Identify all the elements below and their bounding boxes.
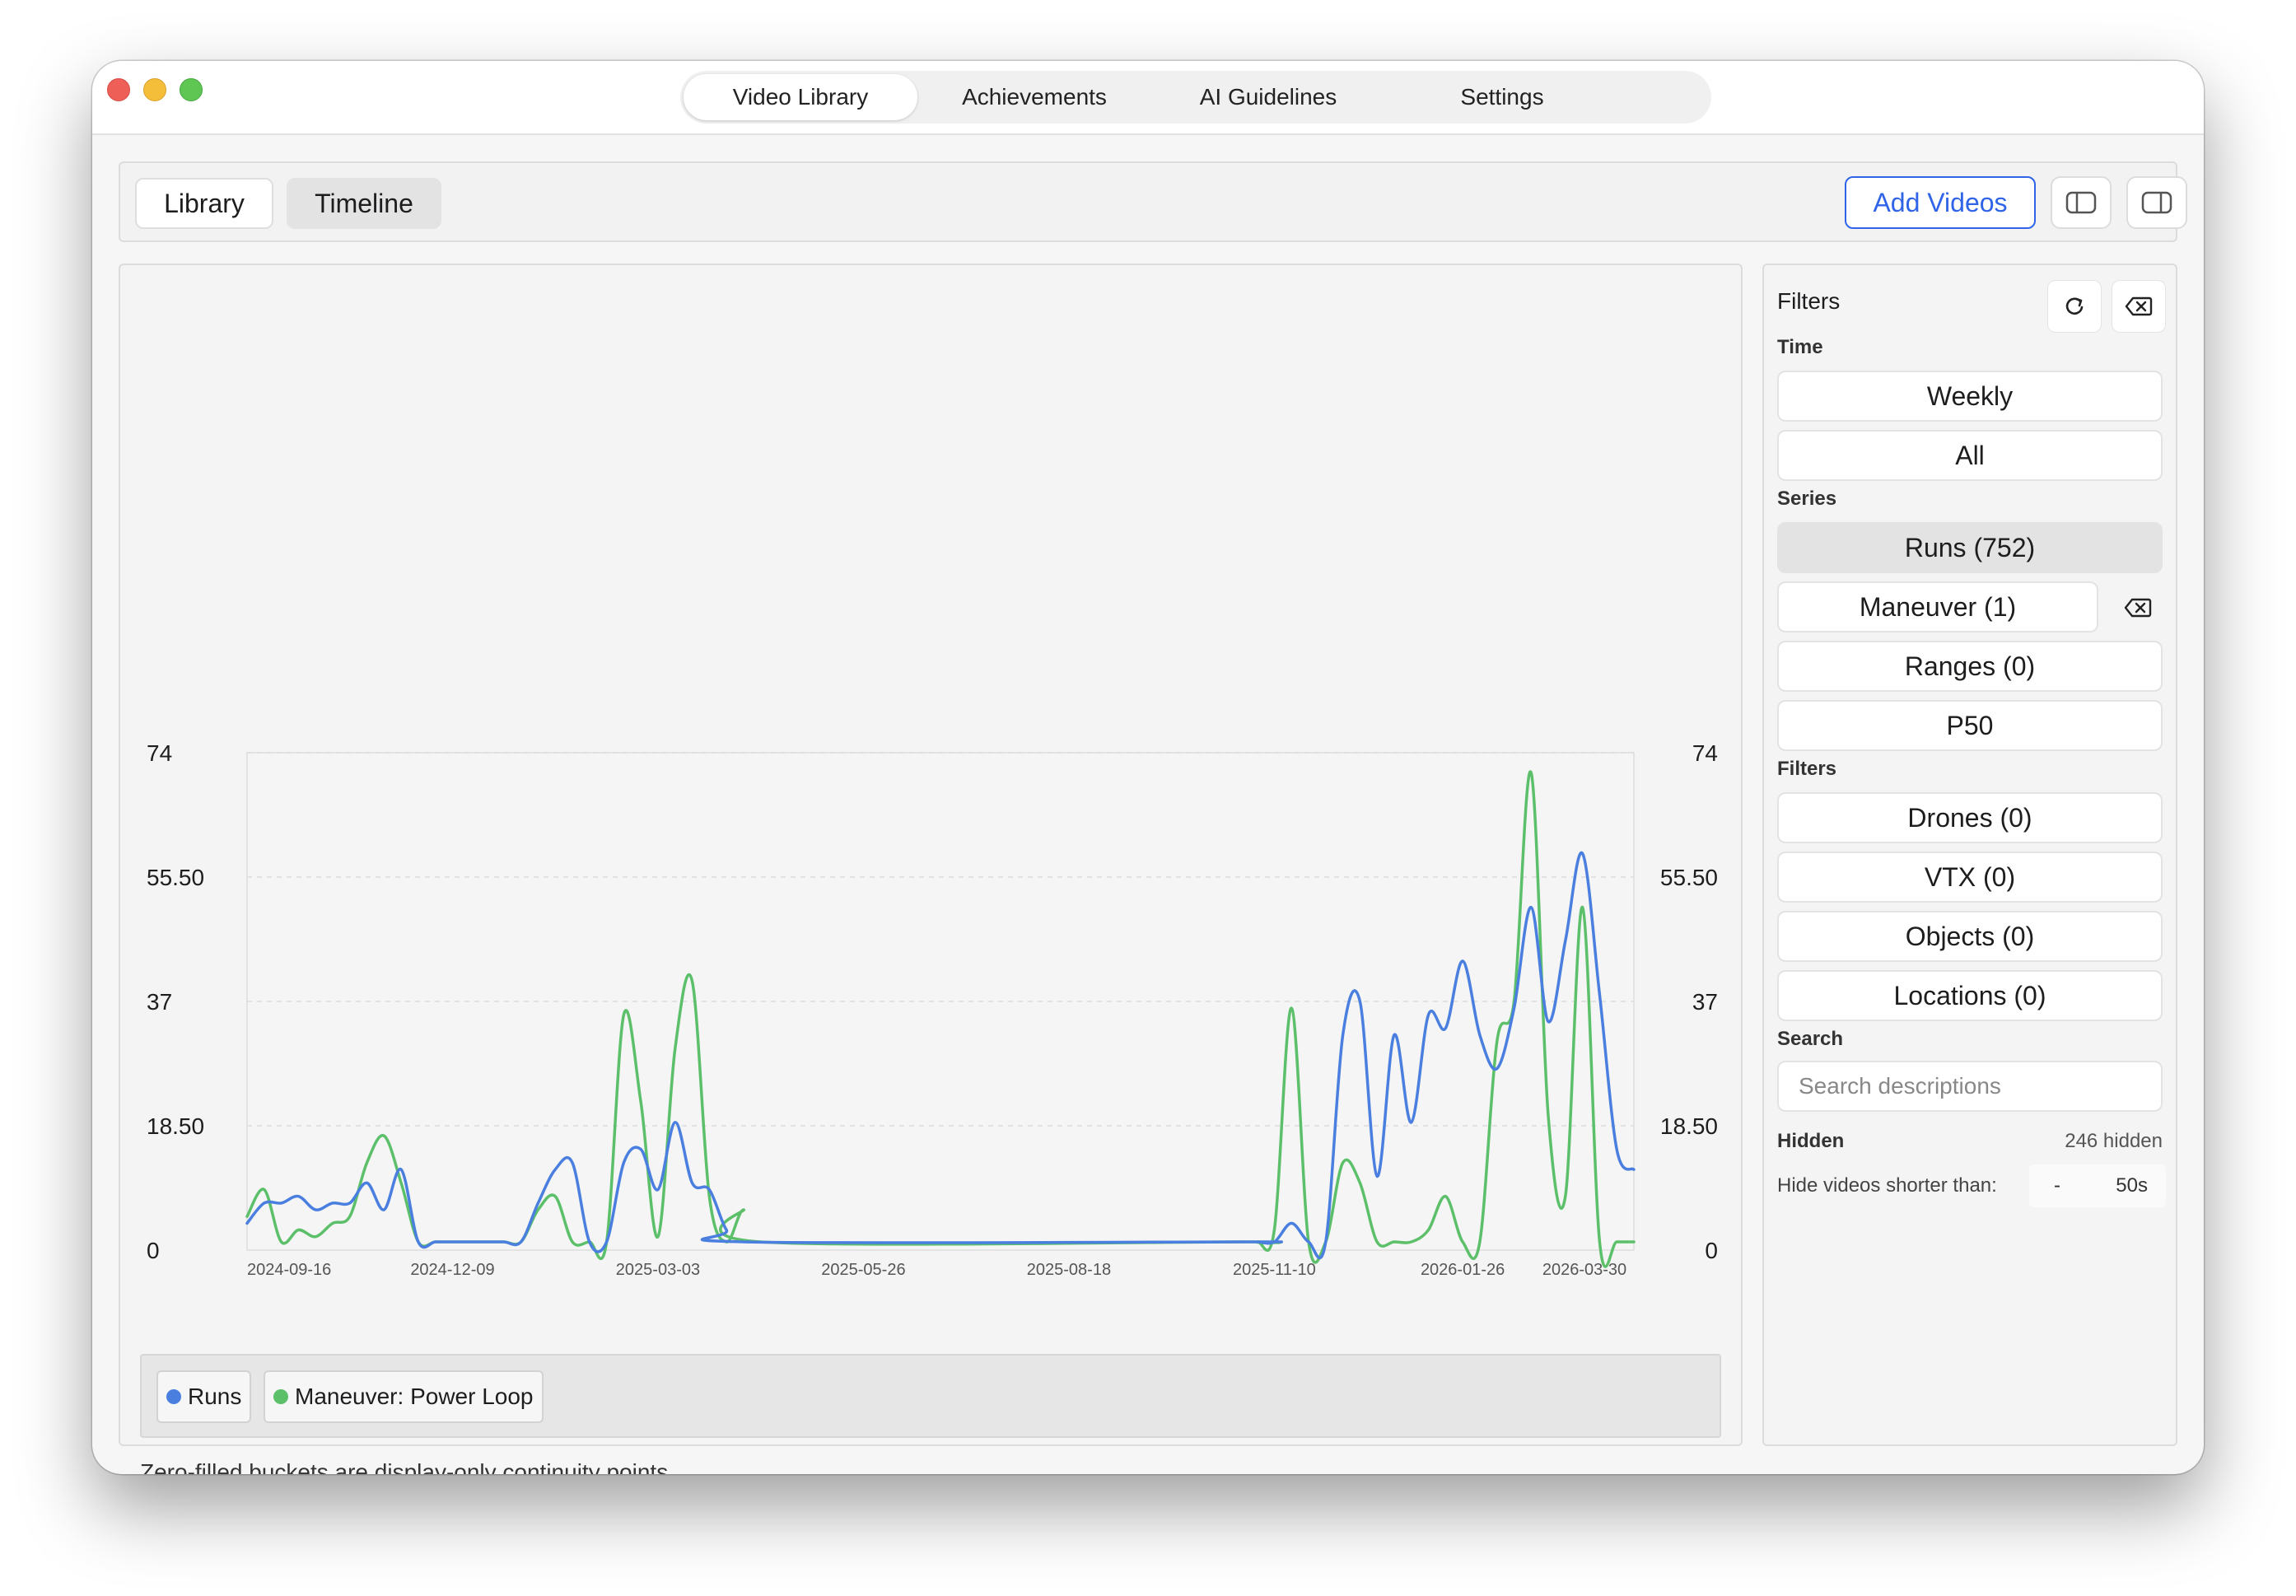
zoom-window-button[interactable] bbox=[180, 78, 203, 101]
legend-dot-power-loop bbox=[273, 1389, 288, 1404]
clear-delete-icon bbox=[2125, 296, 2153, 316]
sidebar-right-icon bbox=[2141, 191, 2172, 214]
time-weekly-button[interactable]: Weekly bbox=[1777, 371, 2163, 422]
minimize-window-button[interactable] bbox=[143, 78, 166, 101]
y-tick-label-right: 0 bbox=[1705, 1238, 1718, 1263]
filters-section-label: Filters bbox=[1777, 758, 1837, 780]
stepper-value: 50s bbox=[2116, 1174, 2148, 1197]
stepper-decrement[interactable]: - bbox=[2054, 1174, 2060, 1197]
x-tick-label: 2024-12-09 bbox=[410, 1261, 494, 1279]
toggle-right-sidebar-button[interactable] bbox=[2126, 176, 2187, 229]
toggle-left-sidebar-button[interactable] bbox=[2051, 176, 2112, 229]
legend-item-power-loop[interactable]: Maneuver: Power Loop bbox=[264, 1370, 544, 1423]
filter-objects-button[interactable]: Objects (0) bbox=[1777, 911, 2163, 962]
add-videos-button[interactable]: Add Videos bbox=[1845, 176, 2036, 229]
x-tick-label: 2025-08-18 bbox=[1027, 1261, 1111, 1279]
chart-footnote: Zero-filled buckets are display-only con… bbox=[140, 1459, 674, 1474]
clear-filters-button[interactable] bbox=[2112, 280, 2166, 333]
tab-video-library[interactable]: Video Library bbox=[684, 74, 917, 120]
hidden-row: Hidden 246 hidden bbox=[1777, 1130, 2163, 1153]
x-tick-label: 2026-01-26 bbox=[1421, 1261, 1505, 1279]
y-tick-label-left: 0 bbox=[147, 1238, 160, 1263]
legend-dot-runs bbox=[166, 1389, 181, 1404]
legend-item-runs[interactable]: Runs bbox=[156, 1370, 252, 1423]
close-window-button[interactable] bbox=[107, 78, 130, 101]
legend-label-power-loop: Maneuver: Power Loop bbox=[295, 1384, 534, 1409]
remove-maneuver-button[interactable] bbox=[2113, 591, 2163, 624]
library-view-button[interactable]: Library bbox=[135, 178, 273, 229]
series-runs-button[interactable]: Runs (752) bbox=[1777, 522, 2163, 573]
chart-legend: Runs Maneuver: Power Loop bbox=[140, 1354, 1721, 1438]
search-section-label: Search bbox=[1777, 1028, 1844, 1050]
filter-locations-button[interactable]: Locations (0) bbox=[1777, 970, 2163, 1021]
x-tick-label: 2025-05-26 bbox=[821, 1261, 905, 1279]
filter-drones-button[interactable]: Drones (0) bbox=[1777, 792, 2163, 843]
min-duration-stepper[interactable]: - 50s bbox=[2029, 1164, 2166, 1207]
x-tick-label: 2024-09-16 bbox=[247, 1261, 331, 1279]
x-tick-label: 2025-11-10 bbox=[1233, 1261, 1316, 1279]
y-tick-label-left: 18.50 bbox=[147, 1113, 204, 1139]
tab-ai-guidelines[interactable]: AI Guidelines bbox=[1151, 74, 1385, 120]
clear-delete-icon bbox=[2124, 598, 2152, 618]
tab-achievements[interactable]: Achievements bbox=[917, 74, 1151, 120]
main-tab-bar: Video Library Achievements AI Guidelines… bbox=[680, 71, 1711, 124]
y-tick-label-left: 55.50 bbox=[147, 865, 204, 890]
time-all-button[interactable]: All bbox=[1777, 430, 2163, 481]
app-window: Video Library Achievements AI Guidelines… bbox=[92, 61, 2204, 1474]
library-toolbar: Library Timeline Add Videos bbox=[119, 161, 2187, 242]
refresh-icon bbox=[2065, 297, 2084, 315]
x-tick-label: 2025-03-03 bbox=[616, 1261, 700, 1279]
legend-label-runs: Runs bbox=[188, 1384, 242, 1409]
filters-sidebar: Filters Time Weekly All Series Runs (752… bbox=[1762, 264, 2177, 1446]
timeline-chart-panel: 0 0 18.50 18.50 37 37 55.50 55.50 74 74 2024-09-16… bbox=[119, 264, 1744, 1474]
sidebar-left-icon bbox=[2065, 191, 2097, 214]
search-descriptions-input[interactable] bbox=[1777, 1061, 2163, 1112]
y-tick-label-left: 74 bbox=[147, 740, 172, 766]
series-section-label: Series bbox=[1777, 488, 1837, 510]
filter-vtx-button[interactable]: VTX (0) bbox=[1777, 852, 2163, 903]
hide-shorter-label: Hide videos shorter than: bbox=[1777, 1174, 1997, 1197]
filters-title: Filters bbox=[1777, 288, 1841, 314]
x-tick-label: 2026-03-30 bbox=[1542, 1261, 1626, 1279]
series-maneuver-button[interactable]: Maneuver (1) bbox=[1777, 581, 2098, 632]
timeline-view-button[interactable]: Timeline bbox=[287, 178, 441, 229]
series-p50-button[interactable]: P50 bbox=[1777, 700, 2163, 751]
title-bar: Video Library Achievements AI Guidelines… bbox=[92, 61, 2204, 135]
series-ranges-button[interactable]: Ranges (0) bbox=[1777, 641, 2163, 692]
time-section-label: Time bbox=[1777, 336, 1823, 358]
hidden-label: Hidden bbox=[1777, 1130, 1845, 1152]
hidden-count: 246 hidden bbox=[2065, 1130, 2163, 1152]
y-tick-label-right: 74 bbox=[1692, 740, 1718, 766]
y-tick-label-right: 37 bbox=[1692, 989, 1718, 1015]
refresh-filters-button[interactable] bbox=[2047, 280, 2102, 333]
y-tick-label-right: 18.50 bbox=[1660, 1113, 1718, 1139]
y-tick-label-right: 55.50 bbox=[1660, 865, 1718, 890]
tab-settings[interactable]: Settings bbox=[1385, 74, 1619, 120]
timeline-chart[interactable]: 0 0 18.50 18.50 37 37 55.50 55.50 74 74 2024-09-16… bbox=[120, 265, 1744, 1352]
y-tick-label-left: 37 bbox=[147, 989, 172, 1015]
